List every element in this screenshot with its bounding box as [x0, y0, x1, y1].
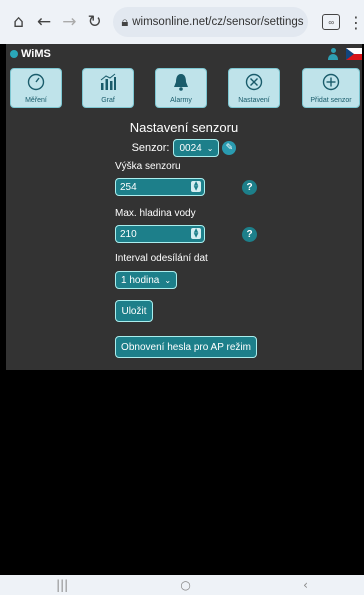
max-level-label: Max. hladina vody [115, 208, 196, 219]
save-button[interactable]: Uložit [115, 300, 153, 322]
sensor-select[interactable]: 0024 ⌄ [173, 139, 220, 157]
reload-icon[interactable]: ↻ [82, 12, 107, 32]
main-nav: Měření Graf Alarmy Nastavení Přidat senz… [6, 68, 362, 108]
status-dot [10, 50, 18, 58]
spinner-icon[interactable]: ▲ ▼ [191, 181, 201, 192]
interval-select[interactable]: 1 hodina ⌄ [115, 271, 178, 289]
lock-icon: 🔒︎ [121, 14, 129, 30]
forward-icon[interactable]: → [57, 12, 82, 32]
bar-chart-icon [100, 73, 116, 90]
user-icon[interactable] [328, 48, 338, 60]
menu-icon[interactable]: ⋮ [348, 13, 364, 32]
app-panel: WiMS Měření Graf Alarmy Nastavení Přidat… [6, 44, 362, 370]
back-icon[interactable]: ← [31, 12, 56, 32]
home-button-icon[interactable]: ○ [180, 578, 190, 592]
add-icon [322, 73, 340, 91]
tabs-button[interactable]: ∞ [322, 14, 340, 30]
height-input[interactable]: 254 ▲ ▼ [115, 178, 205, 196]
chevron-down-icon: ⌄ [164, 275, 172, 285]
sensor-row: Senzor: 0024 ⌄ ✎ [6, 139, 362, 157]
sensor-label: Senzor: [131, 142, 170, 154]
nav-pridat-senzor[interactable]: Přidat senzor [302, 68, 360, 108]
recent-apps-icon[interactable]: ||| [56, 578, 68, 592]
android-nav-bar: ||| ○ ‹ [0, 575, 364, 595]
max-level-input[interactable]: 210 ▲ ▼ [115, 225, 205, 243]
nav-mereni[interactable]: Měření [10, 68, 62, 108]
bell-icon [174, 74, 188, 91]
page-title: Nastavení senzoru [129, 120, 239, 135]
edit-icon[interactable]: ✎ [222, 141, 237, 155]
reset-ap-password-button[interactable]: Obnovení hesla pro AP režim [115, 336, 257, 358]
chevron-down-icon: ⌄ [206, 143, 214, 153]
home-icon[interactable]: ⌂ [6, 12, 31, 32]
interval-label: Interval odesílání dat [115, 253, 208, 264]
nav-nastaveni[interactable]: Nastavení [228, 68, 280, 108]
url-bar[interactable]: 🔒︎ wimsonline.net/cz/sensor/settings [113, 7, 309, 37]
max-level-help-button[interactable]: ? [242, 227, 257, 242]
nav-graf[interactable]: Graf [82, 68, 134, 108]
app-header: WiMS [6, 44, 362, 64]
spinner-icon[interactable]: ▲ ▼ [191, 228, 201, 239]
browser-toolbar: ⌂ ← → ↻ 🔒︎ wimsonline.net/cz/sensor/sett… [0, 0, 364, 44]
height-help-button[interactable]: ? [242, 180, 257, 195]
back-button-icon[interactable]: ‹ [303, 578, 308, 592]
nav-alarmy[interactable]: Alarmy [155, 68, 207, 108]
url-text: wimsonline.net/cz/sensor/settings [132, 16, 304, 28]
czech-flag-icon[interactable] [346, 48, 362, 60]
gauge-icon [27, 73, 45, 91]
settings-icon [245, 73, 263, 91]
brand-title: WiMS [21, 48, 51, 60]
height-label: Výška senzoru [115, 161, 181, 172]
